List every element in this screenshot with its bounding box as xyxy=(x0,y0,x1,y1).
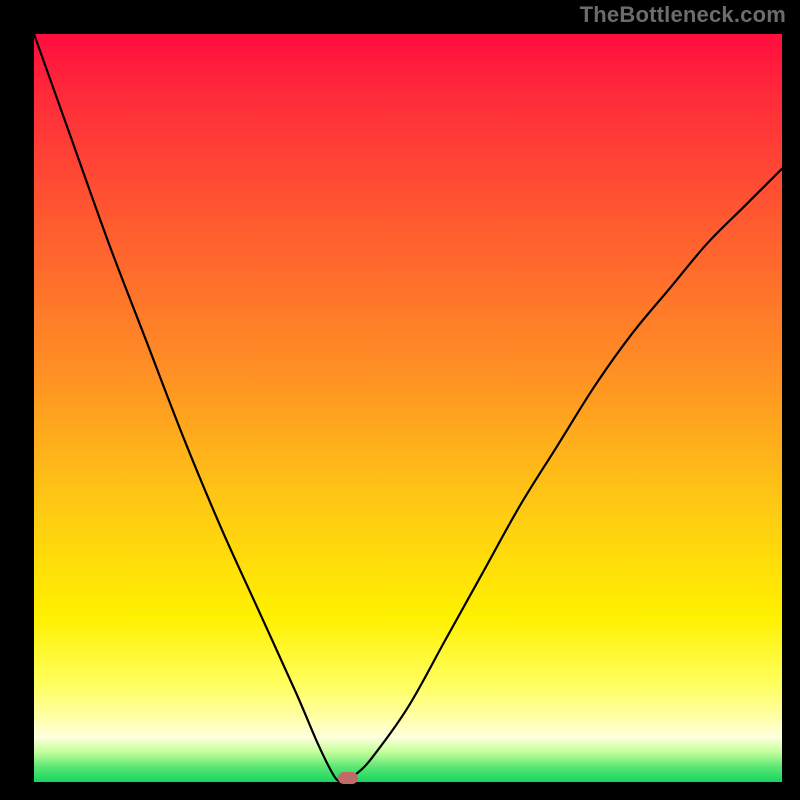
watermark-text: TheBottleneck.com xyxy=(580,2,786,28)
chart-plot-area xyxy=(34,34,782,782)
optimal-point-marker xyxy=(338,772,358,784)
chart-frame xyxy=(16,16,784,784)
bottleneck-curve xyxy=(34,34,782,782)
